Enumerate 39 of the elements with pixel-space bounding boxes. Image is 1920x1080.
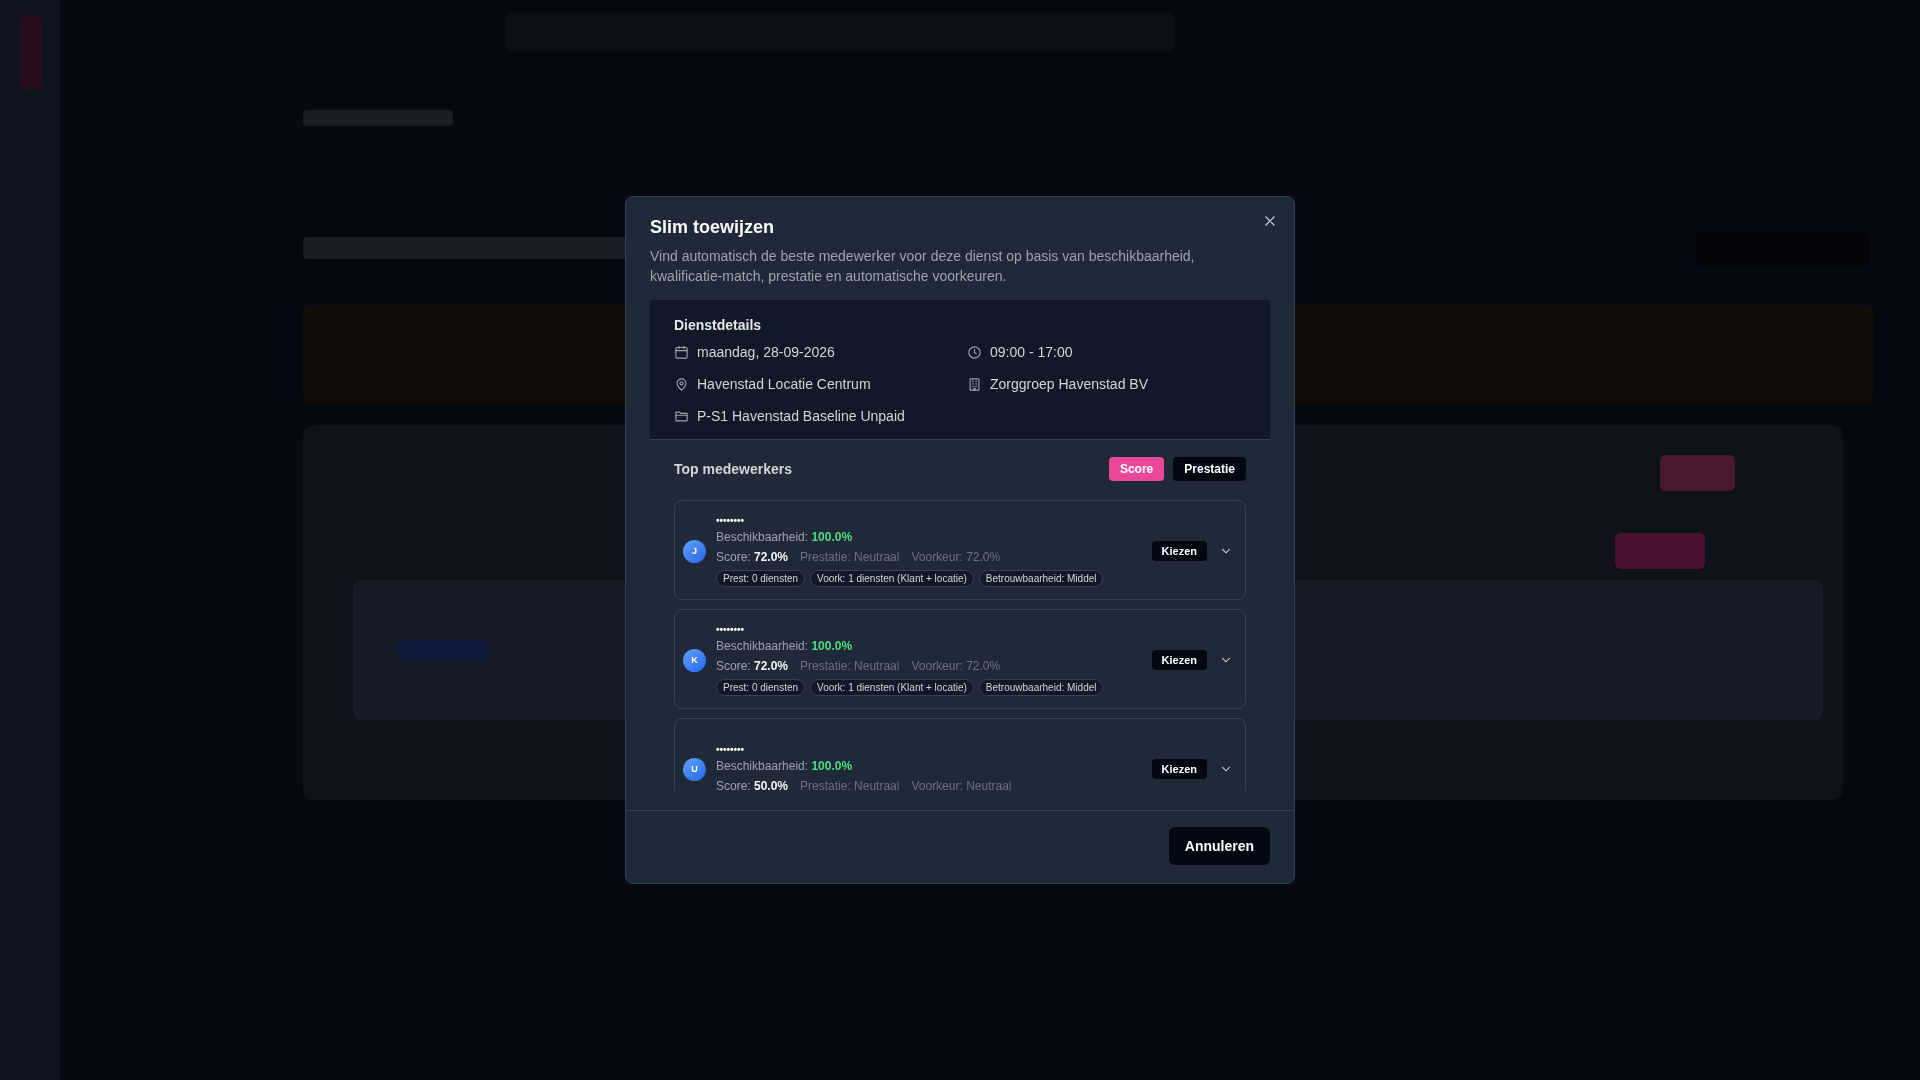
performance-text: Prestatie: Neutraal [800,777,900,791]
tag: Betrouwbaarheid: Middel [978,679,1104,696]
avatar: K [683,648,706,672]
performance-text: Prestatie: Neutraal [800,658,900,675]
candidate-name: •••••••• [716,743,745,755]
choose-button[interactable]: Kiezen [1151,650,1207,670]
preference-text: Voorkeur: 72.0% [911,549,1001,566]
availability-text: Beschikbaarheid: 100.0% [716,529,854,546]
detail-text: Havenstad Locatie Centrum [697,376,871,392]
avatar: J [683,539,706,563]
availability-text: Beschikbaarheid: 100.0% [716,757,854,775]
candidate-name: •••••••• [716,624,745,635]
tag: Voork: 1 diensten (Klant + locatie) [810,570,974,587]
choose-button[interactable]: Kiezen [1151,541,1207,561]
preference-text: Voorkeur: Neutraal [911,777,1012,791]
tag: Voork: 1 diensten (Klant + locatie) [810,679,974,696]
availability-text: Beschikbaarheid: 100.0% [716,638,854,655]
preference-text: Voorkeur: 72.0% [911,658,1001,675]
detail-text: Zorggroep Havenstad BV [990,376,1148,392]
score-text: Score: 72.0% [716,658,789,675]
sort-button[interactable]: Prestatie [1173,457,1246,481]
cancel-button[interactable]: Annuleren [1168,827,1270,865]
candidate-name: •••••••• [716,515,745,526]
detail-text: maandag, 28-09-2026 [697,344,835,360]
choose-button[interactable]: Kiezen [1151,759,1207,779]
dialog-title: Slim toewijzen [650,217,776,238]
detail-text: 09:00 - 17:00 [990,344,1073,360]
dialog-description: Vind automatisch de beste medewerker voor deze dienst op basis van beschikbaarheid, kwalificatie-match, prestatie en automatische voorkeuren. [650,247,1196,286]
score-text: Score: 50.0% [716,777,789,791]
tag: Betrouwbaarheid: Middel [978,570,1104,587]
tag: Prest: 0 diensten [716,570,806,587]
details-heading: Dienstdetails [674,317,763,333]
performance-text: Prestatie: Neutraal [800,549,900,566]
detail-text: P-S1 Havenstad Baseline Unpaid [697,408,905,424]
section-heading: Top medewerkers [674,461,792,477]
avatar: U [683,757,706,781]
score-text: Score: 72.0% [716,549,789,566]
sort-button[interactable]: Score [1108,457,1165,481]
tag: Prest: 0 diensten [716,679,806,696]
